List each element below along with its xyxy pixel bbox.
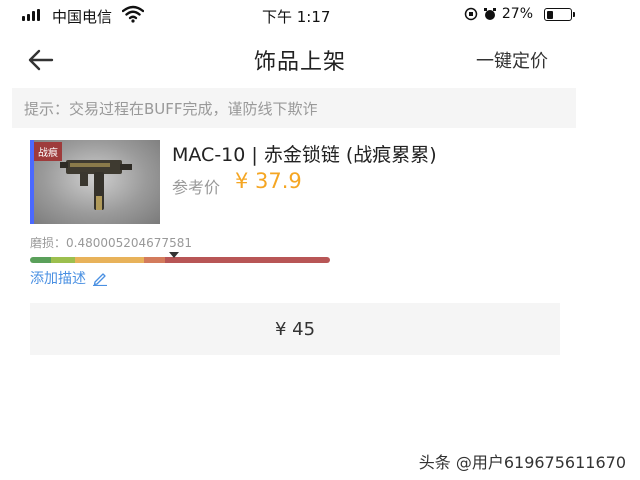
watermark: 头条 @用户619675611670 xyxy=(418,453,626,472)
wear-marker xyxy=(169,252,179,258)
battery-tip xyxy=(573,12,575,17)
signal-strength-icon xyxy=(22,9,40,21)
alarm-icon xyxy=(483,8,496,20)
orientation-lock-icon xyxy=(464,7,478,21)
reference-price-label: 参考价 xyxy=(172,178,221,197)
wear-segment xyxy=(30,257,51,263)
status-bar: 中国电信 下午 1:17 27% xyxy=(0,0,640,30)
wear-segment xyxy=(165,257,330,263)
battery-level-fill xyxy=(546,10,553,19)
carrier-name: 中国电信 xyxy=(52,8,113,26)
reference-price-value: ¥ 37.9 xyxy=(235,169,302,193)
battery-icon xyxy=(544,8,572,21)
battery-percent: 27% xyxy=(501,6,533,22)
pencil-icon xyxy=(93,273,107,286)
wear-segment xyxy=(144,257,165,263)
tip-banner: 提示：交易过程在BUFF完成，谨防线下欺诈 xyxy=(12,88,576,128)
status-time: 下午 1:17 xyxy=(262,8,331,26)
mac10-weapon-icon xyxy=(60,160,132,210)
nav-bar: 饰品上架 一键定价 xyxy=(0,34,600,84)
tip-text: 提示：交易过程在BUFF完成，谨防线下欺诈 xyxy=(24,100,318,118)
wear-segment xyxy=(51,257,75,263)
float-value-text: 磨损：0.480005204677581 xyxy=(30,236,192,250)
wifi-icon xyxy=(122,5,144,23)
wear-scale-bar xyxy=(30,257,330,263)
price-input[interactable]: ¥ 45 xyxy=(30,303,560,355)
add-description-link[interactable]: 添加描述 xyxy=(30,268,108,288)
price-input-value: ¥ 45 xyxy=(274,318,316,340)
one-click-price-button[interactable]: 一键定价 xyxy=(476,47,548,73)
add-description-label: 添加描述 xyxy=(30,271,86,287)
item-thumbnail[interactable]: 战痕 xyxy=(30,140,160,224)
wear-segment xyxy=(75,257,144,263)
item-name: MAC-10 | 赤金锁链 (战痕累累) xyxy=(172,144,437,166)
